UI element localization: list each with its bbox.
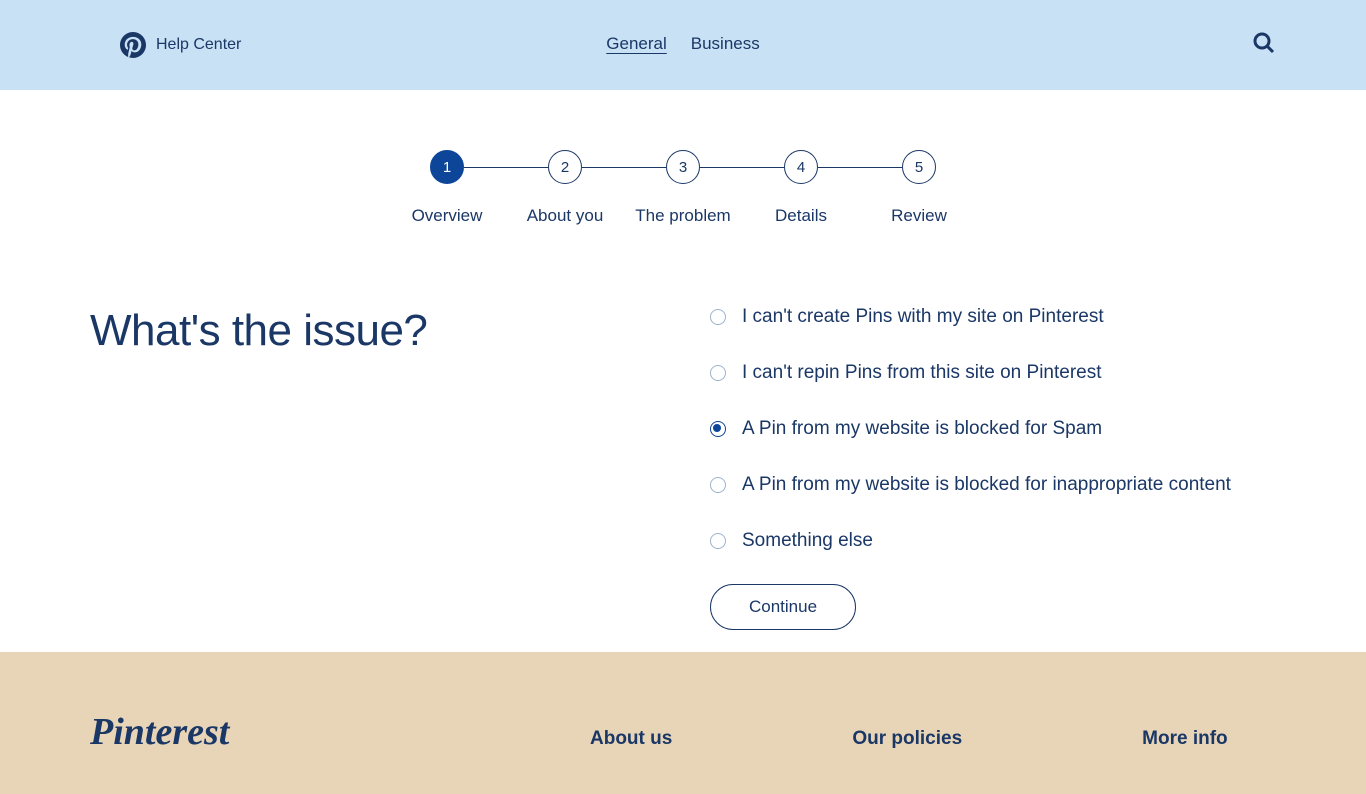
step-the-problem[interactable]: 3 The problem	[624, 150, 742, 226]
tab-general[interactable]: General	[606, 34, 666, 56]
main-content: What's the issue? I can't create Pins wi…	[0, 306, 1366, 630]
step-connector	[818, 167, 902, 168]
radio-icon	[710, 421, 726, 437]
footer: Pinterest About us Our policies More inf…	[0, 652, 1366, 794]
progress-stepper: 1 Overview 2 About you 3 The problem 4 D…	[0, 150, 1366, 226]
step-overview[interactable]: 1 Overview	[388, 150, 506, 226]
question-title: What's the issue?	[90, 306, 710, 356]
step-number: 3	[666, 150, 700, 184]
step-connector	[700, 167, 784, 168]
footer-our-policies[interactable]: Our policies	[852, 728, 962, 750]
question-column: What's the issue?	[90, 306, 710, 630]
step-details[interactable]: 4 Details	[742, 150, 860, 226]
footer-logo[interactable]: Pinterest	[90, 710, 590, 754]
step-label: Overview	[412, 206, 483, 226]
radio-icon	[710, 533, 726, 549]
step-label: Review	[891, 206, 947, 226]
footer-about-us[interactable]: About us	[590, 728, 672, 750]
search-icon[interactable]	[1252, 31, 1276, 55]
step-number: 5	[902, 150, 936, 184]
step-number: 2	[548, 150, 582, 184]
step-number: 1	[430, 150, 464, 184]
header-bar: Help Center General Business	[0, 0, 1366, 90]
continue-button[interactable]: Continue	[710, 584, 856, 630]
radio-label: A Pin from my website is blocked for Spa…	[742, 418, 1102, 440]
radio-label: I can't repin Pins from this site on Pin…	[742, 362, 1102, 384]
options-column: I can't create Pins with my site on Pint…	[710, 306, 1276, 630]
step-label: Details	[775, 206, 827, 226]
header-brand[interactable]: Help Center	[120, 32, 241, 58]
radio-option-blocked-spam[interactable]: A Pin from my website is blocked for Spa…	[710, 418, 1276, 440]
radio-icon	[710, 477, 726, 493]
issue-radio-group: I can't create Pins with my site on Pint…	[710, 306, 1276, 552]
radio-icon	[710, 309, 726, 325]
step-label: About you	[527, 206, 604, 226]
tab-business[interactable]: Business	[691, 34, 760, 56]
step-connector	[582, 167, 666, 168]
step-about-you[interactable]: 2 About you	[506, 150, 624, 226]
header-tabs: General Business	[606, 34, 759, 56]
radio-option-cant-create-pins[interactable]: I can't create Pins with my site on Pint…	[710, 306, 1276, 328]
footer-more-info[interactable]: More info	[1142, 728, 1228, 750]
radio-label: Something else	[742, 530, 873, 552]
radio-label: I can't create Pins with my site on Pint…	[742, 306, 1104, 328]
help-center-label: Help Center	[156, 36, 241, 54]
step-review[interactable]: 5 Review	[860, 150, 978, 226]
radio-label: A Pin from my website is blocked for ina…	[742, 474, 1231, 496]
footer-columns: About us Our policies More info	[590, 728, 1228, 750]
step-number: 4	[784, 150, 818, 184]
step-connector	[464, 167, 548, 168]
step-label: The problem	[635, 206, 730, 226]
pinterest-icon	[120, 32, 146, 58]
radio-option-cant-repin[interactable]: I can't repin Pins from this site on Pin…	[710, 362, 1276, 384]
radio-option-something-else[interactable]: Something else	[710, 530, 1276, 552]
radio-option-blocked-inappropriate[interactable]: A Pin from my website is blocked for ina…	[710, 474, 1276, 496]
radio-icon	[710, 365, 726, 381]
